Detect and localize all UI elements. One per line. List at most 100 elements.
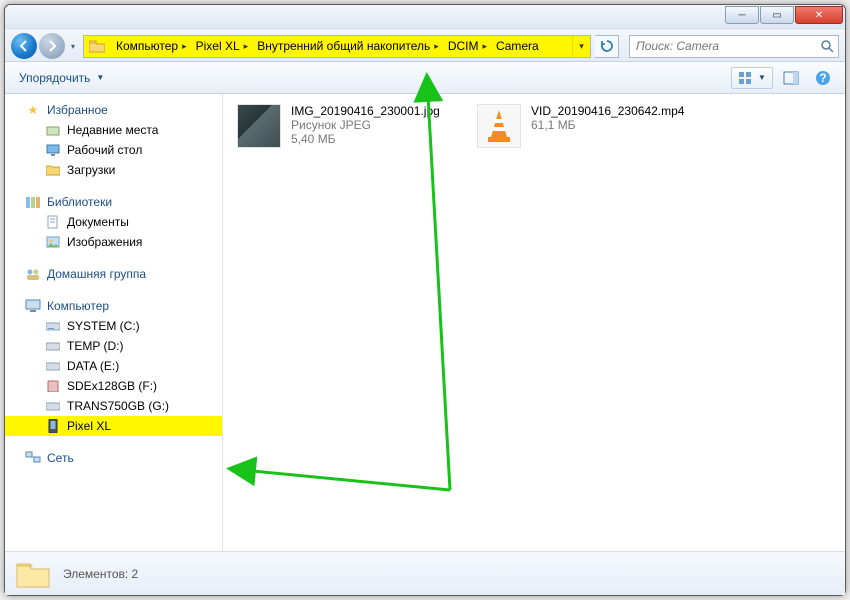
desktop-icon [45, 142, 61, 158]
sidebar-item-recent[interactable]: Недавние места [5, 120, 222, 140]
homegroup-header[interactable]: Домашняя группа [5, 264, 222, 284]
status-text: Элементов: 2 [63, 567, 138, 581]
file-size: 5,40 МБ [291, 132, 440, 146]
breadcrumb-label: Camera [496, 39, 539, 53]
view-options-button[interactable]: ▼ [731, 67, 773, 89]
phone-icon [45, 418, 61, 434]
file-list[interactable]: IMG_20190416_230001.jpg Рисунок JPEG 5,4… [223, 94, 845, 551]
favorites-group: ★ Избранное Недавние места Рабочий стол … [5, 100, 222, 180]
file-thumbnail [477, 104, 521, 148]
libraries-group: Библиотеки Документы Изображения [5, 192, 222, 252]
file-item[interactable]: IMG_20190416_230001.jpg Рисунок JPEG 5,4… [237, 104, 457, 148]
search-box[interactable] [629, 35, 839, 58]
breadcrumb-segment[interactable]: DCIM ▸ [442, 36, 490, 57]
breadcrumb-label: Компьютер [116, 39, 178, 53]
explorer-window: ─ ▭ ✕ ▾ Компьютер ▸ Pixel XL ▸ Внутренний … [4, 4, 846, 596]
vlc-cone-icon [482, 107, 516, 145]
file-item[interactable]: VID_20190416_230642.mp4 61,1 МБ [477, 104, 697, 148]
chevron-right-icon[interactable]: ▸ [244, 41, 249, 52]
maximize-button[interactable]: ▭ [760, 6, 794, 24]
forward-button[interactable] [39, 33, 65, 59]
group-label: Библиотеки [47, 195, 112, 209]
sidebar-item-downloads[interactable]: Загрузки [5, 160, 222, 180]
folder-icon [15, 558, 51, 590]
item-label: Недавние места [67, 123, 158, 137]
titlebar: ─ ▭ ✕ [5, 5, 845, 30]
file-name: IMG_20190416_230001.jpg [291, 104, 440, 118]
chevron-down-icon: ▼ [96, 73, 104, 82]
breadcrumb-segment[interactable]: Компьютер ▸ [110, 36, 190, 57]
sidebar-drive-e[interactable]: DATA (E:) [5, 356, 222, 376]
sd-icon [45, 378, 61, 394]
recent-icon [45, 122, 61, 138]
help-button[interactable]: ? [809, 67, 837, 89]
arrow-left-icon [18, 40, 30, 52]
sidebar-item-desktop[interactable]: Рабочий стол [5, 140, 222, 160]
group-label: Домашняя группа [47, 267, 146, 281]
address-bar[interactable]: Компьютер ▸ Pixel XL ▸ Внутренний общий на… [83, 35, 591, 58]
group-label: Компьютер [47, 299, 109, 313]
folder-icon [87, 37, 107, 55]
item-label: Загрузки [67, 163, 115, 177]
view-icon [738, 71, 754, 85]
item-label: Изображения [67, 235, 142, 249]
svg-text:?: ? [819, 71, 826, 85]
drive-icon [45, 338, 61, 354]
file-meta: IMG_20190416_230001.jpg Рисунок JPEG 5,4… [291, 104, 440, 148]
homegroup-icon [25, 266, 41, 282]
preview-pane-button[interactable] [777, 67, 805, 89]
refresh-icon [600, 39, 614, 53]
item-label: Рабочий стол [67, 143, 142, 157]
item-label: SDEx128GB (F:) [67, 379, 157, 393]
search-input[interactable] [630, 39, 816, 53]
organize-button[interactable]: Упорядочить ▼ [13, 68, 110, 88]
sidebar-device-pixel-xl[interactable]: Pixel XL [5, 416, 222, 436]
back-button[interactable] [11, 33, 37, 59]
drive-icon [45, 398, 61, 414]
chevron-right-icon[interactable]: ▸ [182, 41, 187, 52]
sidebar-drive-f[interactable]: SDEx128GB (F:) [5, 376, 222, 396]
sidebar-item-pictures[interactable]: Изображения [5, 232, 222, 252]
libraries-header[interactable]: Библиотеки [5, 192, 222, 212]
breadcrumb-segment[interactable]: Внутренний общий накопитель ▸ [251, 36, 442, 57]
documents-icon [45, 214, 61, 230]
breadcrumb-segment[interactable]: Pixel XL ▸ [190, 36, 252, 57]
breadcrumb-label: DCIM [448, 39, 479, 53]
file-size: 61,1 МБ [531, 118, 684, 132]
folder-icon [45, 162, 61, 178]
network-header[interactable]: Сеть [5, 448, 222, 468]
preview-pane-icon [783, 70, 799, 86]
minimize-button[interactable]: ─ [725, 6, 759, 24]
file-name: VID_20190416_230642.mp4 [531, 104, 684, 118]
sidebar-drive-d[interactable]: TEMP (D:) [5, 336, 222, 356]
network-icon [25, 450, 41, 466]
computer-icon [25, 298, 41, 314]
item-label: SYSTEM (C:) [67, 319, 140, 333]
nav-buttons: ▾ [11, 33, 79, 59]
breadcrumb-label: Внутренний общий накопитель [257, 39, 430, 53]
file-meta: VID_20190416_230642.mp4 61,1 МБ [531, 104, 684, 148]
sidebar-item-documents[interactable]: Документы [5, 212, 222, 232]
item-label: DATA (E:) [67, 359, 119, 373]
item-label: Pixel XL [67, 419, 111, 433]
navigation-pane[interactable]: ★ Избранное Недавние места Рабочий стол … [5, 94, 223, 551]
breadcrumb-segment[interactable]: Camera [490, 36, 542, 57]
breadcrumb-label: Pixel XL [196, 39, 240, 53]
chevron-right-icon[interactable]: ▸ [434, 41, 439, 52]
refresh-button[interactable] [595, 35, 619, 58]
drive-icon [45, 358, 61, 374]
group-label: Сеть [47, 451, 74, 465]
help-icon: ? [815, 70, 831, 86]
sidebar-drive-g[interactable]: TRANS750GB (G:) [5, 396, 222, 416]
nav-history-dropdown[interactable]: ▾ [67, 33, 79, 59]
file-type: Рисунок JPEG [291, 118, 440, 132]
chevron-right-icon[interactable]: ▸ [483, 41, 488, 52]
computer-header[interactable]: Компьютер [5, 296, 222, 316]
favorites-header[interactable]: ★ Избранное [5, 100, 222, 120]
navigation-row: ▾ Компьютер ▸ Pixel XL ▸ Внутренний общий … [5, 30, 845, 62]
search-icon[interactable] [816, 39, 838, 53]
network-group: Сеть [5, 448, 222, 468]
close-button[interactable]: ✕ [795, 6, 843, 24]
address-dropdown[interactable]: ▾ [572, 36, 590, 57]
sidebar-drive-c[interactable]: SYSTEM (C:) [5, 316, 222, 336]
